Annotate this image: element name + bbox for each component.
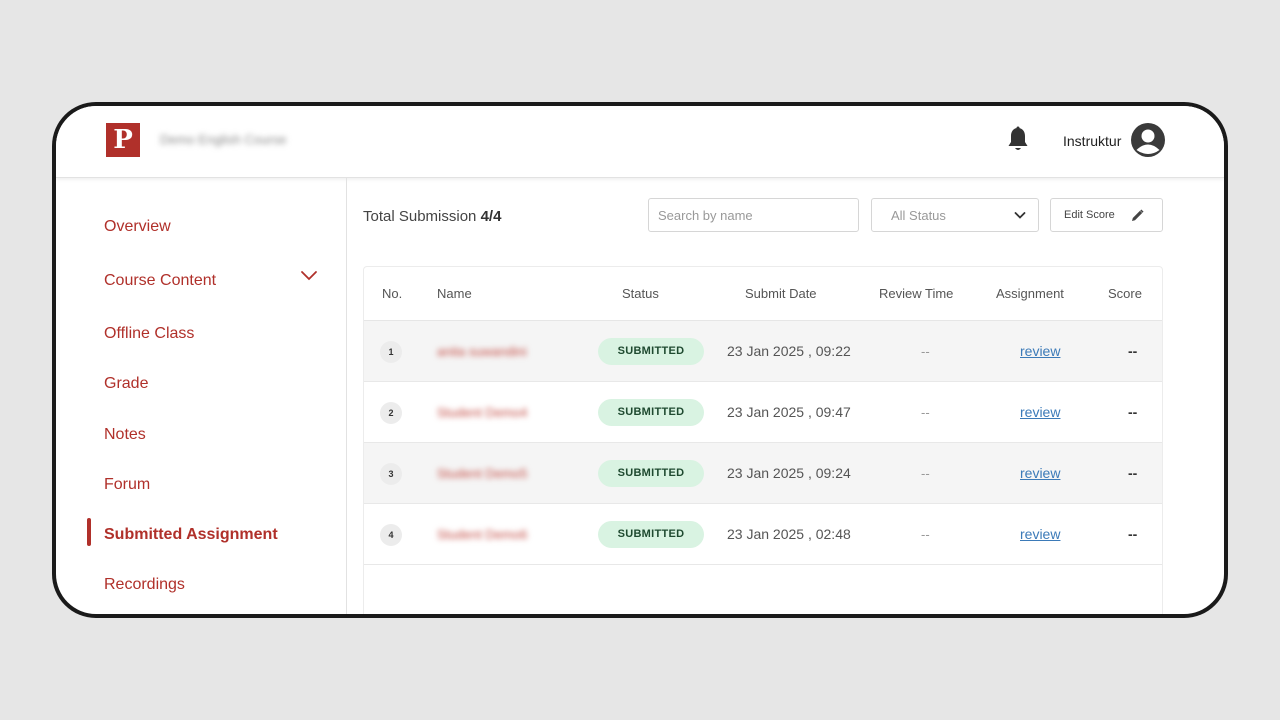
chevron-down-icon[interactable] — [300, 270, 318, 282]
row-number: 4 — [380, 524, 402, 546]
sidebar-item-course-content[interactable]: Course Content — [104, 272, 216, 290]
table-row: 3 Student Demo5 SUBMITTED 23 Jan 2025 , … — [364, 443, 1162, 504]
sidebar-item-submitted-assignment[interactable]: Submitted Assignment — [104, 526, 278, 544]
student-name: anita suwandini — [437, 344, 527, 359]
student-name: Student Demo6 — [437, 527, 528, 542]
score-value: -- — [1128, 343, 1138, 359]
column-header-assignment: Assignment — [996, 286, 1064, 301]
submit-date: 23 Jan 2025 , 09:22 — [727, 343, 851, 359]
brand-logo[interactable]: P — [106, 123, 140, 157]
active-indicator — [87, 518, 91, 546]
column-header-status: Status — [622, 286, 659, 301]
review-link[interactable]: review — [1020, 526, 1060, 542]
chevron-down-icon — [1014, 212, 1026, 219]
edit-score-label: Edit Score — [1064, 209, 1115, 221]
table-row: 1 anita suwandini SUBMITTED 23 Jan 2025 … — [364, 321, 1162, 382]
sidebar-item-grade[interactable]: Grade — [104, 375, 148, 393]
submit-date: 23 Jan 2025 , 09:24 — [727, 465, 851, 481]
status-badge: SUBMITTED — [598, 460, 704, 487]
total-submission-count: 4/4 — [480, 208, 502, 225]
sidebar-item-overview[interactable]: Overview — [104, 218, 171, 236]
status-badge: SUBMITTED — [598, 521, 704, 548]
bell-icon[interactable] — [1006, 126, 1030, 154]
row-number: 1 — [380, 341, 402, 363]
top-header: P Demo English Course Instruktur — [56, 106, 1224, 178]
column-header-submit-date: Submit Date — [745, 286, 817, 301]
total-submission-label: Total Submission — [363, 208, 477, 225]
review-time: -- — [921, 405, 930, 420]
student-name: Student Demo5 — [437, 466, 528, 481]
review-time: -- — [921, 344, 930, 359]
score-value: -- — [1128, 526, 1138, 542]
submission-table: No. Name Status Submit Date Review Time … — [363, 266, 1163, 614]
edit-score-button[interactable]: Edit Score — [1050, 198, 1163, 232]
table-row: 4 Student Demo6 SUBMITTED 23 Jan 2025 , … — [364, 504, 1162, 565]
student-name: Student Demo4 — [437, 405, 528, 420]
pencil-icon — [1132, 209, 1144, 221]
review-link[interactable]: review — [1020, 465, 1060, 481]
device-frame: P Demo English Course Instruktur Overvie… — [52, 102, 1228, 618]
sidebar-item-notes[interactable]: Notes — [104, 426, 146, 444]
sidebar-item-offline-class[interactable]: Offline Class — [104, 325, 194, 343]
sidebar-item-forum[interactable]: Forum — [104, 476, 150, 494]
row-number: 2 — [380, 402, 402, 424]
status-badge: SUBMITTED — [598, 338, 704, 365]
submit-date: 23 Jan 2025 , 02:48 — [727, 526, 851, 542]
submit-date: 23 Jan 2025 , 09:47 — [727, 404, 851, 420]
user-name[interactable]: Instruktur — [1063, 133, 1121, 149]
review-time: -- — [921, 466, 930, 481]
sidebar-item-recordings[interactable]: Recordings — [104, 576, 185, 594]
review-link[interactable]: review — [1020, 343, 1060, 359]
review-time: -- — [921, 527, 930, 542]
total-submission: Total Submission 4/4 — [363, 208, 501, 225]
row-number: 3 — [380, 463, 402, 485]
course-name: Demo English Course — [160, 132, 287, 147]
score-value: -- — [1128, 465, 1138, 481]
table-row: 2 Student Demo4 SUBMITTED 23 Jan 2025 , … — [364, 382, 1162, 443]
status-badge: SUBMITTED — [598, 399, 704, 426]
score-value: -- — [1128, 404, 1138, 420]
status-filter-select[interactable]: All Status — [871, 198, 1039, 232]
status-filter-value: All Status — [891, 208, 946, 223]
sidebar: Overview Course Content Offline Class Gr… — [56, 178, 347, 614]
column-header-name: Name — [437, 286, 472, 301]
search-input[interactable] — [648, 198, 859, 232]
column-header-review-time: Review Time — [879, 286, 954, 301]
user-avatar-icon[interactable] — [1131, 123, 1165, 157]
column-header-score: Score — [1108, 286, 1142, 301]
column-header-no: No. — [382, 286, 403, 301]
table-header: No. Name Status Submit Date Review Time … — [364, 267, 1162, 321]
app-screen: P Demo English Course Instruktur Overvie… — [56, 106, 1224, 614]
review-link[interactable]: review — [1020, 404, 1060, 420]
